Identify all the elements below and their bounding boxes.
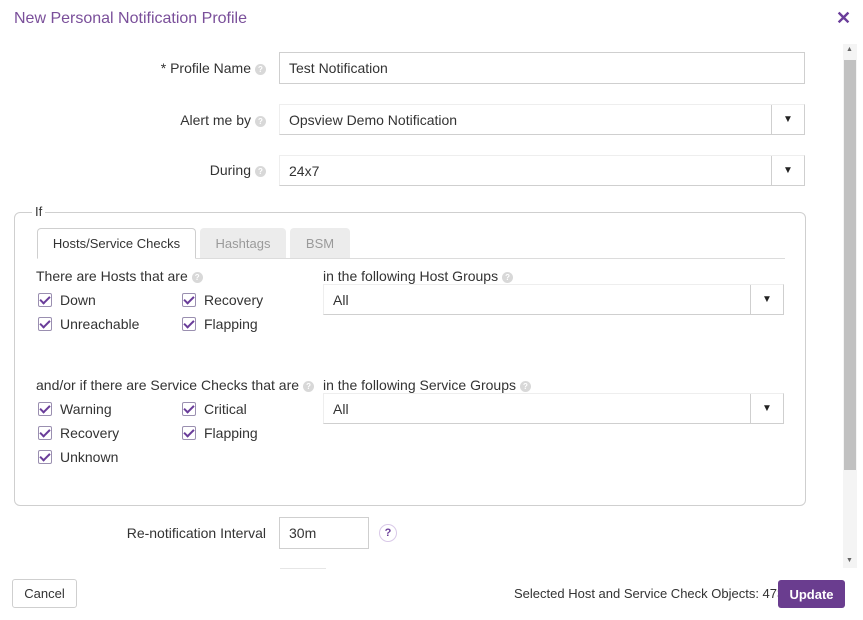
service-groups-heading-text: in the following Service Groups bbox=[323, 377, 516, 393]
renotification-label: Re-notification Interval bbox=[126, 525, 266, 541]
profile-name-label: * Profile Name? bbox=[120, 60, 266, 76]
checkbox-label: Critical bbox=[204, 401, 247, 417]
during-label: During? bbox=[120, 162, 266, 178]
checkbox-host-flapping[interactable]: Flapping bbox=[182, 316, 258, 332]
hosts-heading-text: There are Hosts that are bbox=[36, 268, 188, 284]
during-label-text: During bbox=[209, 162, 251, 178]
service-groups-select[interactable]: All ▼ bbox=[323, 393, 784, 424]
help-icon[interactable]: ? bbox=[255, 166, 266, 177]
checkbox-checked-icon[interactable] bbox=[38, 293, 52, 307]
help-icon[interactable]: ? bbox=[520, 381, 531, 392]
selected-objects-count: Selected Host and Service Check Objects:… bbox=[514, 586, 785, 601]
hosts-heading: There are Hosts that are? bbox=[36, 268, 203, 284]
checkbox-service-recovery[interactable]: Recovery bbox=[38, 425, 119, 441]
checkbox-label: Recovery bbox=[204, 292, 264, 308]
checkbox-service-unknown[interactable]: Unknown bbox=[38, 449, 118, 465]
help-icon[interactable]: ? bbox=[502, 272, 514, 283]
service-groups-heading: in the following Service Groups? bbox=[323, 377, 531, 393]
host-groups-heading-text: in the following Host Groups bbox=[323, 268, 499, 284]
during-value: 24x7 bbox=[289, 162, 320, 179]
scroll-up-arrow-icon[interactable]: ▲ bbox=[846, 46, 853, 53]
checkbox-label: Unreachable bbox=[60, 316, 140, 332]
checkbox-host-recovery[interactable]: Recovery bbox=[182, 292, 263, 308]
service-groups-value: All bbox=[333, 400, 349, 417]
checkbox-checked-icon[interactable] bbox=[182, 317, 196, 331]
partial-field-divider bbox=[280, 568, 326, 573]
tab-hosts-service-checks[interactable]: Hosts/Service Checks bbox=[37, 228, 196, 259]
help-icon[interactable]: ? bbox=[303, 381, 315, 392]
if-legend: If bbox=[32, 204, 46, 219]
during-select[interactable]: 24x7 ▼ bbox=[279, 155, 805, 186]
checkbox-label: Unknown bbox=[60, 449, 119, 465]
checkbox-checked-icon[interactable] bbox=[38, 450, 52, 464]
checkbox-checked-icon[interactable] bbox=[182, 293, 196, 307]
help-question-icon[interactable]: ? bbox=[379, 524, 397, 542]
checkbox-checked-icon[interactable] bbox=[182, 426, 196, 440]
update-button[interactable]: Update bbox=[778, 580, 845, 608]
checkbox-label: Down bbox=[60, 292, 96, 308]
close-icon[interactable]: ✕ bbox=[836, 8, 851, 29]
checkbox-checked-icon[interactable] bbox=[38, 402, 52, 416]
checkbox-service-flapping[interactable]: Flapping bbox=[182, 425, 258, 441]
services-heading-text: and/or if there are Service Checks that … bbox=[36, 377, 300, 393]
renotification-input[interactable]: 30m bbox=[279, 517, 369, 549]
chevron-down-icon[interactable]: ▼ bbox=[750, 285, 783, 314]
profile-name-input[interactable]: Test Notification bbox=[279, 52, 805, 84]
checkbox-host-down[interactable]: Down bbox=[38, 292, 96, 308]
host-groups-heading: in the following Host Groups? bbox=[323, 268, 514, 284]
checkbox-service-warning[interactable]: Warning bbox=[38, 401, 112, 417]
help-icon[interactable]: ? bbox=[191, 272, 203, 283]
checkbox-checked-icon[interactable] bbox=[38, 317, 52, 331]
tab-bsm[interactable]: BSM bbox=[290, 228, 350, 259]
alert-me-by-label-text: Alert me by bbox=[180, 112, 251, 128]
checkbox-label: Recovery bbox=[60, 425, 120, 441]
host-groups-select[interactable]: All ▼ bbox=[323, 284, 784, 315]
alert-me-by-value: Opsview Demo Notification bbox=[289, 111, 458, 128]
checkbox-checked-icon[interactable] bbox=[38, 426, 52, 440]
chevron-down-icon[interactable]: ▼ bbox=[771, 156, 804, 185]
scroll-down-arrow-icon[interactable]: ▼ bbox=[846, 557, 853, 564]
tab-hashtags[interactable]: Hashtags bbox=[200, 228, 286, 259]
help-icon[interactable]: ? bbox=[255, 64, 266, 75]
alert-me-by-label: Alert me by? bbox=[120, 112, 266, 128]
profile-name-label-text: * Profile Name bbox=[160, 60, 251, 76]
host-groups-value: All bbox=[333, 291, 349, 308]
help-icon[interactable]: ? bbox=[255, 116, 266, 127]
chevron-down-icon[interactable]: ▼ bbox=[750, 394, 783, 423]
alert-me-by-select[interactable]: Opsview Demo Notification ▼ bbox=[279, 104, 805, 135]
checkbox-label: Warning bbox=[60, 401, 112, 417]
checkbox-label: Flapping bbox=[204, 425, 258, 441]
checkbox-checked-icon[interactable] bbox=[182, 402, 196, 416]
cancel-button[interactable]: Cancel bbox=[12, 579, 77, 608]
chevron-down-icon[interactable]: ▼ bbox=[771, 105, 804, 134]
checkbox-service-critical[interactable]: Critical bbox=[182, 401, 247, 417]
checkbox-host-unreachable[interactable]: Unreachable bbox=[38, 316, 139, 332]
checkbox-label: Flapping bbox=[204, 316, 258, 332]
scrollbar-thumb[interactable] bbox=[844, 60, 856, 470]
dialog-title: New Personal Notification Profile bbox=[14, 10, 247, 27]
services-heading: and/or if there are Service Checks that … bbox=[36, 377, 315, 393]
